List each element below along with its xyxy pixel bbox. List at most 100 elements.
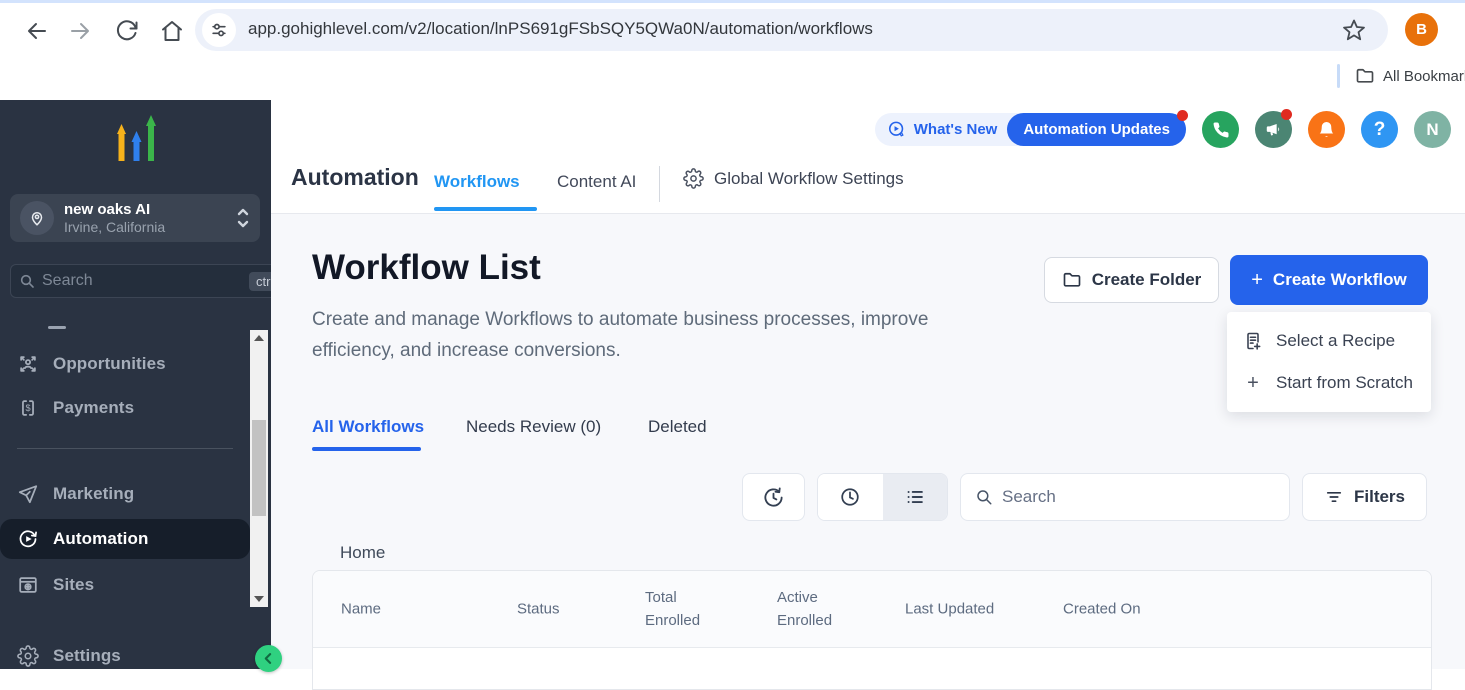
list-icon: [904, 486, 926, 508]
column-header-status: Status: [517, 598, 560, 621]
folder-icon: [1355, 66, 1375, 86]
filters-button[interactable]: Filters: [1302, 473, 1427, 521]
column-header-name: Name: [341, 598, 381, 621]
browser-back-button[interactable]: [25, 19, 49, 43]
workflow-search-input[interactable]: [1002, 487, 1275, 507]
tab-needs-review[interactable]: Needs Review (0): [466, 417, 601, 437]
window-top-edge: [0, 0, 1465, 3]
browser-forward-button[interactable]: [68, 19, 92, 43]
plus-icon: +: [1243, 372, 1263, 395]
payments-icon: $: [17, 397, 39, 419]
sidebar-item-marketing[interactable]: Marketing: [0, 479, 250, 509]
location-name: new oaks AI: [64, 201, 236, 219]
page-title: Workflow List: [312, 248, 541, 288]
breadcrumb[interactable]: Home: [340, 543, 385, 563]
site-settings-icon[interactable]: [202, 13, 236, 47]
menu-item-select-recipe[interactable]: Select a Recipe: [1227, 320, 1431, 362]
column-header-total-enrolled: Total Enrolled: [645, 586, 725, 632]
whats-new-button[interactable]: What's New Automation Updates: [875, 113, 1186, 146]
automation-icon: [17, 528, 39, 550]
partially-scrolled-item: [48, 326, 66, 329]
marketing-send-icon: [17, 483, 39, 505]
notification-dot: [1281, 109, 1292, 120]
page-header: What's New Automation Updates ? N Automa…: [271, 100, 1465, 214]
search-icon: [19, 273, 35, 289]
tab-deleted[interactable]: Deleted: [648, 417, 707, 437]
menu-item-start-from-scratch[interactable]: + Start from Scratch: [1227, 362, 1431, 404]
url-text[interactable]: app.gohighlevel.com/v2/location/lnPS691g…: [248, 19, 873, 39]
active-tab-underline: [434, 207, 537, 211]
recipe-document-icon: [1243, 331, 1263, 351]
main-content: What's New Automation Updates ? N Automa…: [271, 100, 1465, 669]
header-divider: [659, 166, 660, 202]
sidebar-item-settings[interactable]: Settings: [0, 641, 250, 671]
announcements-button[interactable]: [1255, 111, 1292, 148]
browser-chrome: app.gohighlevel.com/v2/location/lnPS691g…: [0, 0, 1465, 100]
table-header-row: Name Status Total Enrolled Active Enroll…: [313, 571, 1431, 648]
browser-home-button[interactable]: [160, 19, 184, 43]
time-view-toggle[interactable]: [818, 474, 883, 520]
help-button[interactable]: ?: [1361, 111, 1398, 148]
sidebar-collapse-button[interactable]: [255, 645, 282, 672]
browser-profile-avatar[interactable]: B: [1405, 13, 1438, 46]
sidebar-item-payments[interactable]: $ Payments: [0, 393, 250, 423]
column-header-active-enrolled: Active Enrolled: [777, 586, 857, 632]
location-pin-icon: [20, 201, 54, 235]
folder-icon: [1062, 270, 1082, 290]
view-toggle-group: [817, 473, 948, 521]
create-workflow-dropdown: Select a Recipe + Start from Scratch: [1227, 312, 1431, 412]
page-description: Create and manage Workflows to automate …: [312, 304, 1012, 366]
sidebar-item-sites[interactable]: Sites: [0, 570, 250, 600]
sidebar-search[interactable]: ctrl K: [10, 264, 302, 298]
gear-icon: [683, 168, 704, 189]
chevron-up-down-icon: [236, 207, 250, 229]
bell-icon: [1317, 120, 1336, 139]
bookmarks-divider: [1337, 64, 1340, 88]
workflow-table: Name Status Total Enrolled Active Enroll…: [312, 570, 1432, 690]
list-view-toggle[interactable]: [883, 474, 948, 520]
section-title: Automation: [291, 164, 419, 191]
column-header-created-on: Created On: [1063, 598, 1141, 621]
automation-updates-badge[interactable]: Automation Updates: [1007, 113, 1186, 146]
workflow-search[interactable]: [960, 473, 1290, 521]
address-bar[interactable]: app.gohighlevel.com/v2/location/lnPS691g…: [195, 9, 1388, 51]
notifications-button[interactable]: [1308, 111, 1345, 148]
history-icon: [762, 486, 785, 509]
opportunities-icon: [17, 353, 39, 375]
sidebar-item-automation[interactable]: Automation: [0, 519, 250, 559]
sidebar-scrollbar[interactable]: [250, 330, 268, 607]
active-tab-underline: [312, 447, 421, 451]
svg-text:$: $: [25, 403, 30, 413]
location-city: Irvine, California: [64, 219, 236, 236]
sidebar: new oaks AI Irvine, California ctrl K Op…: [0, 100, 271, 669]
gear-icon: [17, 645, 39, 667]
search-icon: [975, 488, 993, 506]
clock-icon: [839, 486, 861, 508]
chevron-left-icon: [262, 652, 275, 665]
whats-new-play-icon: [887, 120, 906, 139]
scrollbar-thumb[interactable]: [252, 420, 266, 516]
all-bookmarks-button[interactable]: All Bookmarks: [1383, 68, 1465, 85]
location-switcher[interactable]: new oaks AI Irvine, California: [10, 194, 260, 242]
bookmark-star-icon[interactable]: [1342, 18, 1366, 42]
gohighlevel-logo-icon: [106, 112, 166, 178]
scroll-down-arrow[interactable]: [250, 591, 268, 607]
sidebar-item-opportunities[interactable]: Opportunities: [0, 349, 250, 379]
browser-reload-button[interactable]: [115, 19, 139, 43]
scroll-up-arrow[interactable]: [250, 330, 268, 346]
create-folder-button[interactable]: Create Folder: [1044, 257, 1219, 303]
tab-content-ai[interactable]: Content AI: [557, 172, 636, 192]
execution-history-button[interactable]: [742, 473, 805, 521]
global-workflow-settings-button[interactable]: Global Workflow Settings: [683, 168, 904, 189]
tab-workflows[interactable]: Workflows: [434, 172, 520, 192]
megaphone-icon: [1264, 120, 1283, 139]
filter-icon: [1324, 487, 1344, 507]
sidebar-search-input[interactable]: [42, 272, 249, 290]
phone-button[interactable]: [1202, 111, 1239, 148]
sites-icon: [17, 574, 39, 596]
notification-dot: [1177, 110, 1188, 121]
bookmarks-bar: All Bookmarks: [0, 56, 1465, 96]
tab-all-workflows[interactable]: All Workflows: [312, 417, 424, 437]
user-avatar[interactable]: N: [1414, 111, 1451, 148]
create-workflow-button[interactable]: + Create Workflow: [1230, 255, 1428, 305]
